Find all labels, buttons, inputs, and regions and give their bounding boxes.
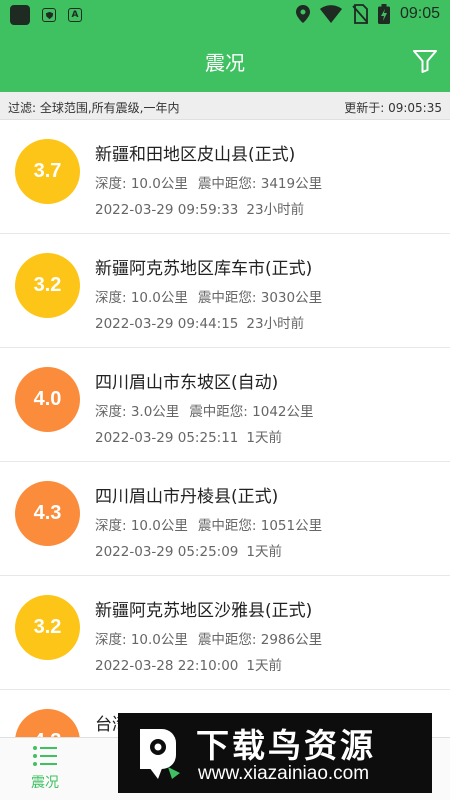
tab-quakes-label: 震况	[31, 775, 59, 791]
quake-time: 2022-03-29 05:25:09 1天前	[95, 540, 282, 560]
watermark-url: www.xiazainiao.com	[198, 763, 370, 784]
quake-datetime: 2022-03-28 22:10:00	[95, 658, 239, 674]
quake-item[interactable]: 3.2 新疆阿克苏地区库车市(正式) 深度: 10.0公里 震中距您: 3030公…	[0, 234, 450, 348]
quake-time: 2022-03-29 09:59:33 23小时前	[95, 198, 304, 218]
list-icon	[33, 746, 57, 766]
quake-item[interactable]: 3.7 新疆和田地区皮山县(正式) 深度: 10.0公里 震中距您: 3419公里…	[0, 120, 450, 234]
bird-logo-icon	[140, 729, 180, 779]
quake-item[interactable]: 3.2 新疆阿克苏地区沙雅县(正式) 深度: 10.0公里 震中距您: 2986公…	[0, 576, 450, 690]
magnitude-badge: 4.0	[15, 367, 80, 432]
magnitude-badge: 4.3	[15, 709, 80, 737]
quake-location: 四川眉山市丹棱县(正式)	[95, 487, 279, 507]
a-icon: A	[68, 8, 82, 22]
quake-time: 2022-03-29 09:44:15 23小时前	[95, 312, 304, 332]
location-icon	[295, 5, 310, 23]
quake-meta: 深度: 3.0公里 震中距您: 1042公里	[95, 400, 314, 420]
quake-ago: 23小时前	[246, 316, 305, 332]
quake-meta: 深度: 10.0公里 震中距您: 2986公里	[95, 628, 322, 648]
quake-ago: 1天前	[246, 658, 282, 674]
updated-time: 更新于: 09:05:35	[344, 101, 442, 115]
quake-ago: 23小时前	[246, 202, 305, 218]
quake-distance: 震中距您: 1051公里	[197, 518, 323, 534]
quake-location: 四川眉山市东坡区(自动)	[95, 373, 279, 393]
status-left: A	[10, 5, 82, 25]
app-bar: 震况	[0, 30, 450, 92]
filter-info-bar: 过滤: 全球范围,所有震级,一年内 更新于: 09:05:35	[0, 92, 450, 120]
battery-icon	[377, 4, 390, 24]
quake-depth: 深度: 10.0公里	[95, 290, 188, 306]
quake-datetime: 2022-03-29 09:44:15	[95, 316, 239, 332]
magnitude-badge: 3.2	[15, 595, 80, 660]
watermark-title: 下载鸟资源	[196, 726, 376, 765]
quake-list: 3.7 新疆和田地区皮山县(正式) 深度: 10.0公里 震中距您: 3419公里…	[0, 120, 450, 737]
quake-time: 2022-03-28 22:10:00 1天前	[95, 654, 282, 674]
quake-item[interactable]: 4.0 四川眉山市东坡区(自动) 深度: 3.0公里 震中距您: 1042公里 2…	[0, 348, 450, 462]
quake-distance: 震中距您: 1042公里	[189, 404, 314, 420]
quake-location: 新疆阿克苏地区库车市(正式)	[95, 259, 313, 279]
quake-location: 新疆阿克苏地区沙雅县(正式)	[95, 601, 313, 621]
quake-meta: 深度: 10.0公里 震中距您: 3419公里	[95, 172, 322, 192]
quake-ago: 1天前	[246, 430, 282, 446]
quake-location: 新疆和田地区皮山县(正式)	[95, 145, 296, 165]
quake-datetime: 2022-03-29 09:59:33	[95, 202, 239, 218]
quake-depth: 深度: 10.0公里	[95, 518, 188, 534]
tab-quakes[interactable]: 震况	[10, 744, 80, 798]
quake-meta: 深度: 10.0公里 震中距您: 3030公里	[95, 286, 322, 306]
wifi-icon	[319, 5, 342, 23]
quake-depth: 深度: 10.0公里	[95, 632, 188, 648]
magnitude-badge: 3.7	[15, 139, 80, 204]
quake-datetime: 2022-03-29 05:25:09	[95, 544, 239, 560]
quake-item[interactable]: 4.3 四川眉山市丹棱县(正式) 深度: 10.0公里 震中距您: 1051公里 …	[0, 462, 450, 576]
status-bar: A 09:05	[0, 0, 450, 30]
magnitude-badge: 3.2	[15, 253, 80, 318]
app-icon	[10, 5, 30, 25]
quake-depth: 深度: 10.0公里	[95, 176, 188, 192]
quake-ago: 1天前	[246, 544, 282, 560]
quake-time: 2022-03-29 05:25:11 1天前	[95, 426, 282, 446]
status-right: 09:05	[295, 4, 440, 24]
quake-distance: 震中距您: 3030公里	[197, 290, 323, 306]
quake-meta: 深度: 10.0公里 震中距您: 1051公里	[95, 514, 322, 534]
page-title: 震况	[205, 51, 245, 75]
quake-distance: 震中距您: 2986公里	[197, 632, 323, 648]
status-time: 09:05	[399, 5, 440, 22]
watermark-banner: 下载鸟资源 www.xiazainiao.com	[118, 713, 432, 793]
quake-depth: 深度: 3.0公里	[95, 404, 180, 420]
quake-datetime: 2022-03-29 05:25:11	[95, 430, 239, 446]
magnitude-badge: 4.3	[15, 481, 80, 546]
no-sim-icon	[352, 4, 368, 24]
shield-icon	[42, 8, 56, 22]
filter-icon[interactable]	[412, 48, 438, 74]
filter-summary: 过滤: 全球范围,所有震级,一年内	[8, 101, 180, 115]
quake-distance: 震中距您: 3419公里	[197, 176, 323, 192]
